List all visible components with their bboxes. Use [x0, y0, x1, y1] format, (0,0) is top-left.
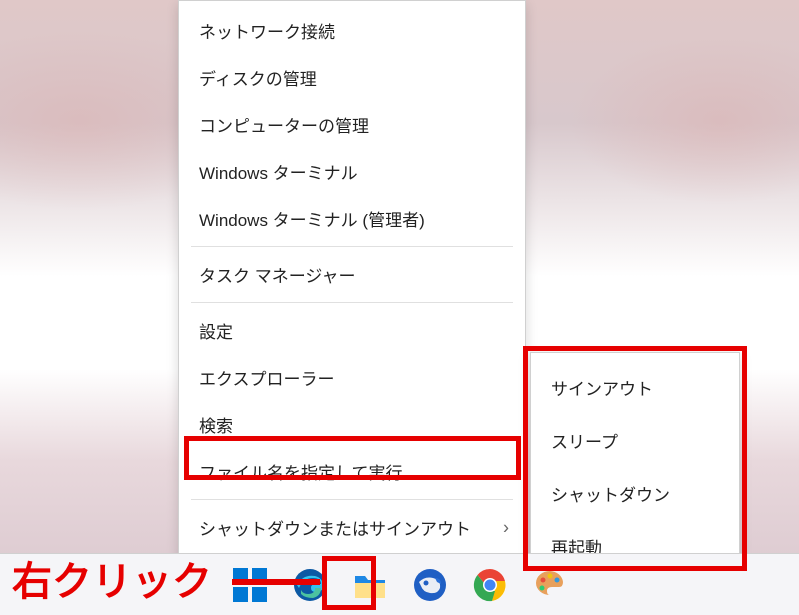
- submenu-item-signout[interactable]: サインアウト: [531, 361, 739, 414]
- menu-item-windows-terminal[interactable]: Windows ターミナル: [179, 148, 525, 195]
- menu-item-explorer[interactable]: エクスプローラー: [179, 354, 525, 401]
- menu-item-search[interactable]: 検索: [179, 401, 525, 448]
- shutdown-submenu: サインアウト スリープ シャットダウン 再起動: [530, 352, 740, 582]
- menu-item-windows-terminal-admin[interactable]: Windows ターミナル (管理者): [179, 195, 525, 242]
- menu-item-settings[interactable]: 設定: [179, 307, 525, 354]
- folder-icon: [353, 570, 387, 600]
- paint-icon: [533, 568, 567, 602]
- submenu-item-shutdown[interactable]: シャットダウン: [531, 467, 739, 520]
- file-explorer-button[interactable]: [351, 566, 389, 604]
- thunderbird-button[interactable]: [411, 566, 449, 604]
- menu-item-disk-management[interactable]: ディスクの管理: [179, 54, 525, 101]
- menu-item-shutdown-signout[interactable]: シャットダウンまたはサインアウト: [179, 504, 525, 551]
- menu-item-run[interactable]: ファイル名を指定して実行: [179, 448, 525, 495]
- menu-item-task-manager[interactable]: タスク マネージャー: [179, 251, 525, 298]
- chrome-icon: [473, 568, 507, 602]
- paint-button[interactable]: [531, 566, 569, 604]
- winx-context-menu: ネットワーク接続 ディスクの管理 コンピューターの管理 Windows ターミナ…: [178, 0, 526, 614]
- annotation-arrow-line: [232, 579, 320, 585]
- menu-divider: [191, 302, 513, 303]
- submenu-item-sleep[interactable]: スリープ: [531, 414, 739, 467]
- annotation-rightclick-label: 右クリック: [12, 549, 212, 607]
- menu-divider: [191, 499, 513, 500]
- menu-item-computer-management[interactable]: コンピューターの管理: [179, 101, 525, 148]
- menu-item-network[interactable]: ネットワーク接続: [179, 7, 525, 54]
- chrome-button[interactable]: [471, 566, 509, 604]
- menu-divider: [191, 246, 513, 247]
- thunderbird-icon: [413, 568, 447, 602]
